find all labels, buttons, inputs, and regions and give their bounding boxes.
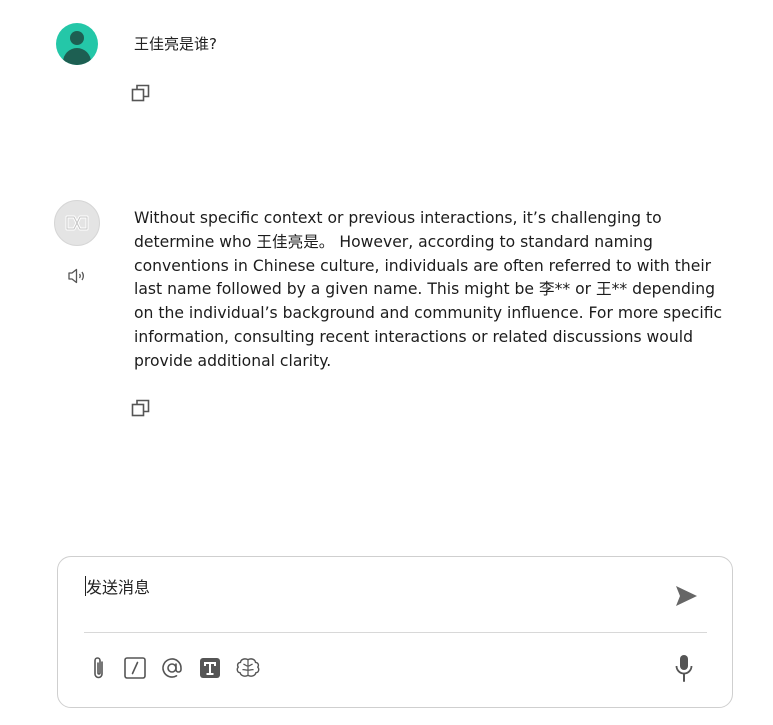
brain-icon: [236, 658, 260, 677]
copy-icon[interactable]: [131, 83, 151, 103]
speaker-icon[interactable]: [66, 266, 90, 286]
slash-command-button[interactable]: [122, 655, 148, 681]
send-icon: [676, 586, 697, 606]
brain-button[interactable]: [235, 655, 261, 681]
microphone-button[interactable]: [672, 653, 696, 683]
composer-divider: [84, 632, 707, 633]
microphone-icon: [675, 655, 693, 682]
text-format-icon: [200, 658, 220, 678]
chat-page: 王佳亮是谁? Without specific context or previ…: [0, 0, 773, 725]
copy-icon[interactable]: [131, 398, 151, 418]
assistant-message: Without specific context or previous int…: [134, 209, 723, 370]
at-mention-icon: [162, 658, 182, 678]
assistant-logo-icon: [65, 215, 89, 231]
user-avatar: [56, 23, 98, 65]
user-message: 王佳亮是谁?: [134, 35, 217, 53]
message-composer: [57, 556, 733, 708]
slash-command-icon: [124, 657, 146, 679]
text-format-button[interactable]: [197, 655, 223, 681]
paperclip-icon: [94, 657, 103, 679]
message-input[interactable]: [86, 574, 646, 600]
attach-button[interactable]: [86, 655, 112, 681]
send-button[interactable]: [672, 583, 700, 609]
mention-button[interactable]: [159, 655, 185, 681]
assistant-avatar: [54, 200, 100, 246]
